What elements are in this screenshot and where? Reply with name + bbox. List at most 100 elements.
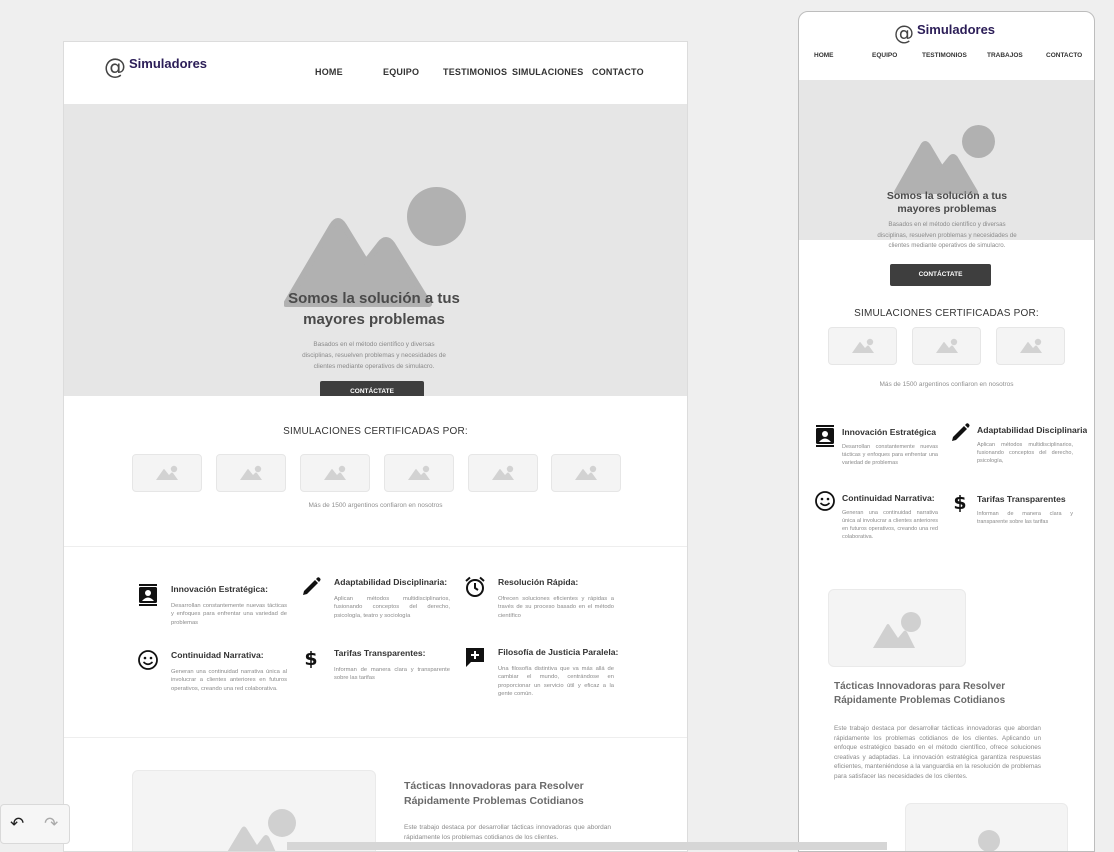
trust-note: Más de 1500 argentinos confiaron en noso… xyxy=(308,502,443,509)
brand-logo[interactable]: @ Simuladores xyxy=(104,55,207,80)
feature-description: Desarrollan constantemente nuevas táctic… xyxy=(171,603,287,626)
feature-description: Desarrollan constantemente nuevas táctic… xyxy=(842,444,938,466)
smiley-icon xyxy=(137,649,159,671)
at-logo-icon: @ xyxy=(104,55,126,80)
image-placeholder-sun xyxy=(978,830,1000,851)
contact-button[interactable]: CONTÁCTATE xyxy=(320,381,424,396)
section-divider xyxy=(64,737,687,738)
feature-description: Aplican métodos multidisciplinarios, fus… xyxy=(977,442,1073,464)
horizontal-scrollbar[interactable] xyxy=(287,842,887,850)
article-title: Tácticas Innovadoras para Resolver Rápida… xyxy=(404,780,584,807)
feature-item: Filosofía de Justicia Paralela: Una filo… xyxy=(464,646,618,716)
certified-title: SIMULACIONES CERTIFICADAS POR: xyxy=(283,426,468,437)
feature-item: Innovación Estratégica Desarrollan const… xyxy=(814,424,954,494)
certifier-logo xyxy=(384,454,454,492)
feature-title: Continuidad Narrativa: xyxy=(842,493,935,503)
image-placeholder-icon xyxy=(935,338,958,353)
certified-title: SIMULACIONES CERTIFICADAS POR: xyxy=(854,308,1039,319)
feature-item: Resolución Rápida: Ofrecen soluciones ef… xyxy=(464,576,614,646)
certifier-logo xyxy=(912,327,981,365)
nav-equipo[interactable]: EQUIPO xyxy=(383,67,419,77)
image-placeholder-icon xyxy=(324,465,346,480)
hero-section: Somos la solución a tus mayores problemas… xyxy=(64,104,687,396)
feature-item: Continuidad Narrativa: Generan una conti… xyxy=(137,649,287,719)
dollar-icon: $ xyxy=(949,491,971,514)
article-body: Este trabajo destaca por desarrollar tác… xyxy=(404,824,611,841)
article-body: Este trabajo destaca por desarrollar tác… xyxy=(834,725,1041,781)
feature-description: Aplican métodos multidisciplinarios, fus… xyxy=(334,596,450,619)
article-title: Tácticas Innovadoras para Resolver Rápida… xyxy=(834,681,1006,706)
feature-item: Adaptabilidad Disciplinaria Aplican méto… xyxy=(949,422,1089,492)
article-image-placeholder xyxy=(828,589,966,667)
nav-contacto[interactable]: CONTACTO xyxy=(1046,52,1082,59)
nav-equipo[interactable]: EQUIPO xyxy=(872,52,897,59)
article-image-placeholder-2 xyxy=(905,803,1068,851)
feature-item: Innovación Estratégica: Desarrollan cons… xyxy=(137,583,287,653)
image-placeholder-icon xyxy=(873,624,915,648)
alarm-clock-icon xyxy=(464,576,486,598)
feature-item: $ Tarifas Transparentes Informan de mane… xyxy=(949,491,1089,561)
brand-name: Simuladores xyxy=(917,21,996,37)
feature-title: Innovación Estratégica xyxy=(842,427,937,437)
mobile-frame: @ Simuladores HOME EQUIPO TESTIMONIOS TR… xyxy=(798,11,1095,852)
nav-home[interactable]: HOME xyxy=(315,67,343,77)
feature-item: Continuidad Narrativa: Generan una conti… xyxy=(814,490,954,560)
feature-title: Tarifas Transparentes xyxy=(977,494,1066,504)
feature-item: Adaptabilidad Disciplinaria: Aplican mét… xyxy=(300,576,450,646)
certifier-logo xyxy=(300,454,370,492)
feature-description: Informan de manera clara y transparente … xyxy=(334,667,450,682)
nav-home[interactable]: HOME xyxy=(814,52,834,59)
nav-testimonios[interactable]: TESTIMONIOS xyxy=(443,67,507,77)
smiley-icon xyxy=(814,490,836,512)
svg-text:$: $ xyxy=(953,492,966,513)
trust-note: Más de 1500 argentinos confiaron en noso… xyxy=(879,381,1014,388)
hero-title: Somos la solución a tus mayores problemas xyxy=(288,290,460,328)
feature-description: Ofrecen soluciones eficientes y rápidas … xyxy=(498,596,614,619)
hero-section: Somos la solución a tus mayores problemas xyxy=(799,80,1094,240)
add-comment-icon xyxy=(464,646,486,668)
certifier-logo xyxy=(216,454,286,492)
nav-simulaciones[interactable]: SIMULACIONES xyxy=(512,67,583,77)
dollar-icon: $ xyxy=(300,647,322,670)
feature-description: Generan una continuidad narrativa única … xyxy=(842,510,938,540)
pencil-icon xyxy=(949,422,971,444)
undo-icon[interactable]: ↶ xyxy=(10,814,24,834)
certifier-logo xyxy=(468,454,538,492)
pencil-icon xyxy=(300,576,322,598)
image-placeholder-icon xyxy=(492,465,514,480)
image-placeholder-icon xyxy=(227,826,276,851)
image-placeholder-icon xyxy=(156,465,178,480)
feature-title: Adaptabilidad Disciplinaria xyxy=(977,425,1088,435)
feature-title: Adaptabilidad Disciplinaria: xyxy=(334,577,448,587)
certifier-logo xyxy=(828,327,897,365)
feature-item: $ Tarifas Transparentes: Informan de man… xyxy=(300,647,450,717)
image-placeholder-icon xyxy=(575,465,597,480)
feature-description: Informan de manera clara y transparente … xyxy=(977,511,1073,525)
image-placeholder-icon xyxy=(240,465,262,480)
redo-icon[interactable]: ↷ xyxy=(44,814,58,834)
feature-title: Tarifas Transparentes: xyxy=(334,648,426,658)
feature-description: Una filosofía distintiva que va más allá… xyxy=(498,666,614,698)
hero-description: Basados en el método científico y divers… xyxy=(877,221,1017,249)
certifier-logo xyxy=(132,454,202,492)
brand-logo[interactable]: @ Simuladores xyxy=(894,21,995,45)
feature-title: Innovación Estratégica: xyxy=(171,584,268,594)
nav-testimonios[interactable]: TESTIMONIOS xyxy=(922,52,967,59)
image-placeholder-icon xyxy=(408,465,430,480)
nav-contacto[interactable]: CONTACTO xyxy=(592,67,644,77)
contact-button[interactable]: CONTÁCTATE xyxy=(890,264,991,286)
hero-title: Somos la solución a tus mayores problemas xyxy=(886,190,1008,215)
feature-title: Continuidad Narrativa: xyxy=(171,650,264,660)
undo-redo-toolbar: ↶ ↷ xyxy=(0,804,70,844)
feature-description: Generan una continuidad narrativa única … xyxy=(171,669,287,692)
certifier-logo xyxy=(996,327,1065,365)
nav-trabajos[interactable]: TRABAJOS xyxy=(987,52,1023,59)
contact-card-icon xyxy=(814,424,836,447)
image-placeholder-icon xyxy=(894,141,978,194)
contact-card-icon xyxy=(137,583,159,606)
feature-title: Filosofía de Justicia Paralela: xyxy=(498,647,619,657)
image-placeholder-icon xyxy=(851,338,874,353)
at-logo-icon: @ xyxy=(894,21,914,45)
section-divider xyxy=(64,546,687,547)
svg-text:$: $ xyxy=(304,648,317,669)
